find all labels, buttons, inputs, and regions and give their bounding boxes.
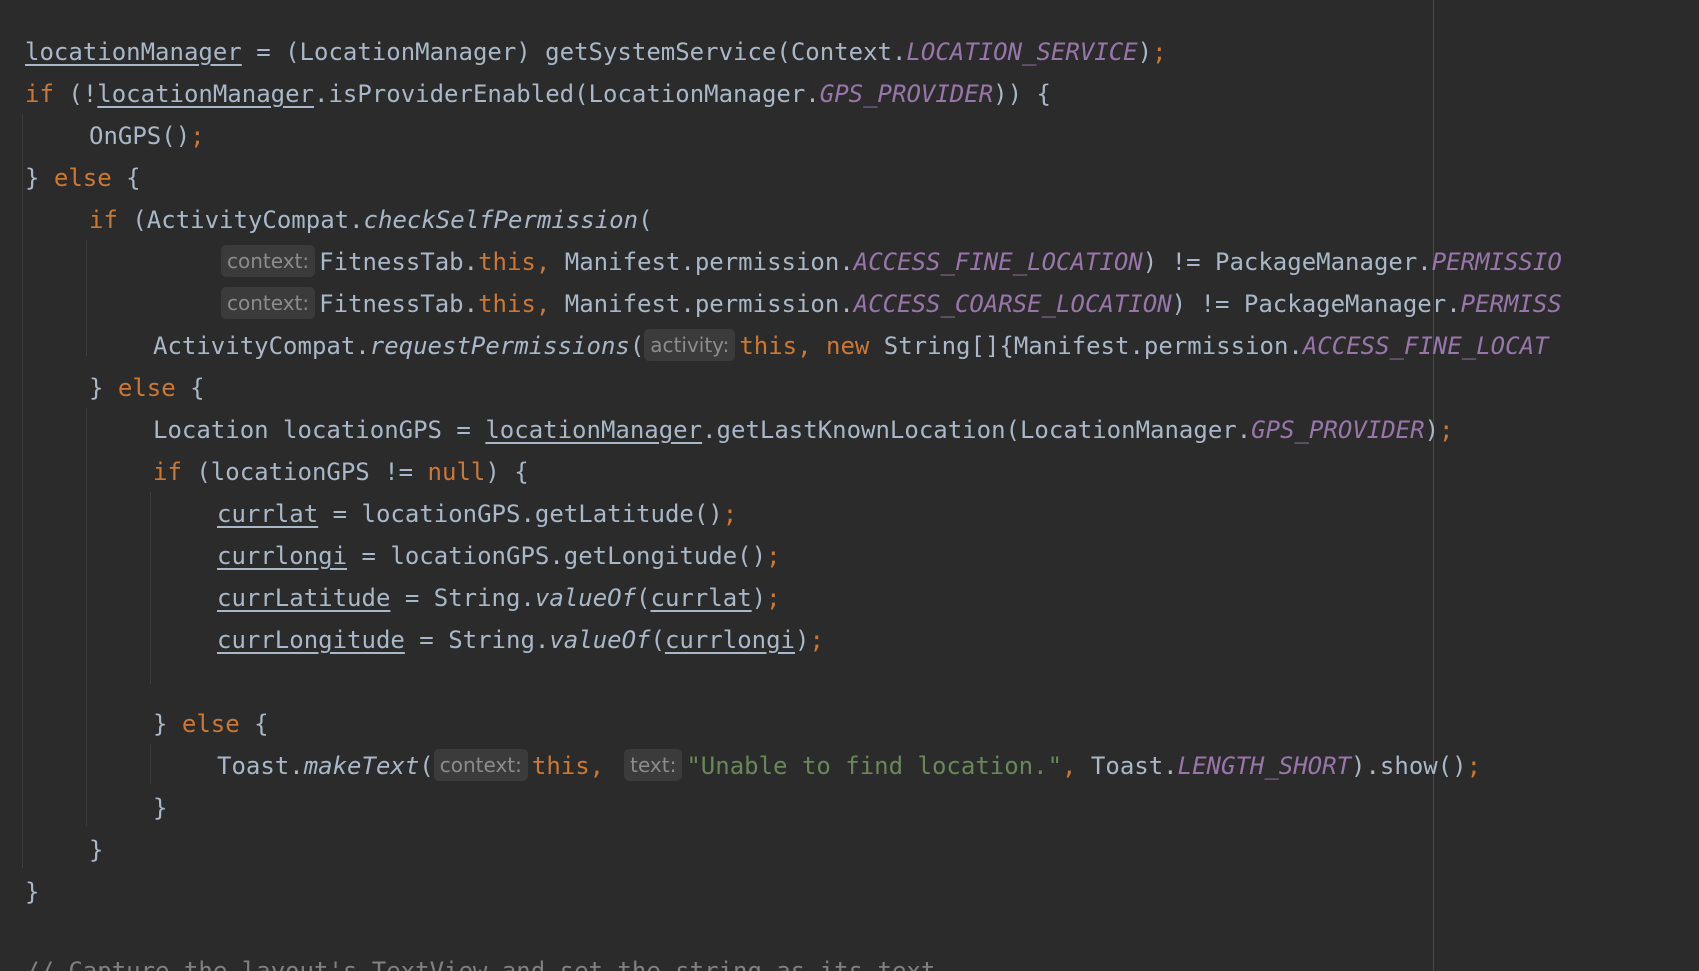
- constant: LOCATION_SERVICE: [906, 38, 1138, 66]
- constant: ACCESS_FINE_LOCATION: [853, 248, 1143, 276]
- code-line-19[interactable]: }: [89, 829, 103, 871]
- code-line-3[interactable]: OnGPS();: [89, 115, 205, 157]
- field-ref: locationManager: [97, 80, 315, 108]
- code-line-21[interactable]: // Capture the layout's TextView and set…: [25, 950, 935, 971]
- parameter-hint: text:: [624, 749, 683, 781]
- code-line-2[interactable]: if (!locationManager.isProviderEnabled(L…: [25, 73, 1051, 115]
- field-ref: locationManager: [485, 416, 703, 444]
- static-method: makeText: [303, 752, 420, 780]
- static-method: requestPermissions: [369, 332, 630, 360]
- static-method: checkSelfPermission: [363, 206, 639, 234]
- code-line-6[interactable]: context: FitnessTab.this, Manifest.permis…: [221, 241, 1562, 283]
- indent-guide: [86, 408, 87, 826]
- field-ref: currlongi: [217, 542, 348, 570]
- code-line-18[interactable]: }: [153, 787, 167, 829]
- indent-guide: [22, 114, 23, 868]
- code-line-17[interactable]: Toast.makeText(context: this, text: "Unable…: [217, 745, 1481, 787]
- keyword: if: [89, 206, 118, 234]
- keyword: if: [25, 80, 54, 108]
- indent-guide: [150, 492, 151, 684]
- constant: GPS_PROVIDER: [1251, 416, 1425, 444]
- field-ref: currlat: [217, 500, 319, 528]
- parameter-hint: context:: [221, 245, 316, 277]
- keyword: new: [811, 332, 870, 360]
- parameter-hint: context:: [433, 749, 528, 781]
- parameter-hint: activity:: [644, 329, 736, 361]
- right-margin-guide: [1433, 0, 1434, 971]
- static-method: valueOf: [549, 626, 651, 654]
- field-ref: currLatitude: [217, 584, 391, 612]
- string-literal: "Unable to find location.": [686, 752, 1063, 780]
- field-ref: currlongi: [664, 626, 795, 654]
- comment: // Capture the layout's TextView and set…: [25, 957, 936, 971]
- keyword: this,: [739, 332, 812, 360]
- code-line-12[interactable]: currlat = locationGPS.getLatitude();: [217, 493, 737, 535]
- keyword: if: [153, 458, 182, 486]
- indent-guide: [150, 744, 151, 784]
- code-line-15[interactable]: currLongitude = String.valueOf(currlongi…: [217, 619, 824, 661]
- static-method: valueOf: [534, 584, 637, 612]
- constant: ACCESS_FINE_LOCAT: [1302, 332, 1549, 360]
- code-line-13[interactable]: currlongi = locationGPS.getLongitude();: [217, 535, 781, 577]
- code-line-8[interactable]: ActivityCompat.requestPermissions(activi…: [153, 325, 1548, 367]
- constant: PERMISS: [1460, 290, 1562, 318]
- parameter-hint: context:: [221, 287, 316, 319]
- constant: ACCESS_COARSE_LOCATION: [853, 290, 1172, 318]
- code-line-7[interactable]: context: FitnessTab.this, Manifest.permis…: [221, 283, 1562, 325]
- indent-guide: [86, 240, 87, 356]
- keyword: this,: [478, 290, 551, 318]
- code-line-14[interactable]: currLatitude = String.valueOf(currlat);: [217, 577, 781, 619]
- code-line-4[interactable]: } else {: [25, 157, 141, 199]
- constant: GPS_PROVIDER: [819, 80, 994, 108]
- field-ref: currLongitude: [217, 626, 405, 654]
- code-line-20[interactable]: }: [25, 871, 39, 913]
- field-ref: currlat: [650, 584, 752, 612]
- keyword: else: [53, 164, 112, 192]
- code-editor[interactable]: locationManager = (LocationManager) getS…: [0, 0, 1699, 971]
- field-ref: locationManager: [25, 38, 242, 66]
- code-line-5[interactable]: if (ActivityCompat.checkSelfPermission(: [89, 199, 653, 241]
- keyword: else: [117, 374, 176, 402]
- keyword: this,: [478, 248, 551, 276]
- code-line-11[interactable]: if (locationGPS != null) {: [153, 451, 529, 493]
- code-line-9[interactable]: } else {: [89, 367, 205, 409]
- code-line-1[interactable]: locationManager = (LocationManager) getS…: [25, 31, 1167, 73]
- keyword: this,: [531, 752, 605, 780]
- keyword: null: [427, 458, 486, 486]
- code-line-10[interactable]: Location locationGPS = locationManager.g…: [153, 409, 1453, 451]
- constant: PERMISSIO: [1431, 248, 1562, 276]
- keyword: else: [181, 710, 240, 738]
- code-line-16[interactable]: } else {: [153, 703, 269, 745]
- constant: LENGTH_SHORT: [1177, 752, 1352, 780]
